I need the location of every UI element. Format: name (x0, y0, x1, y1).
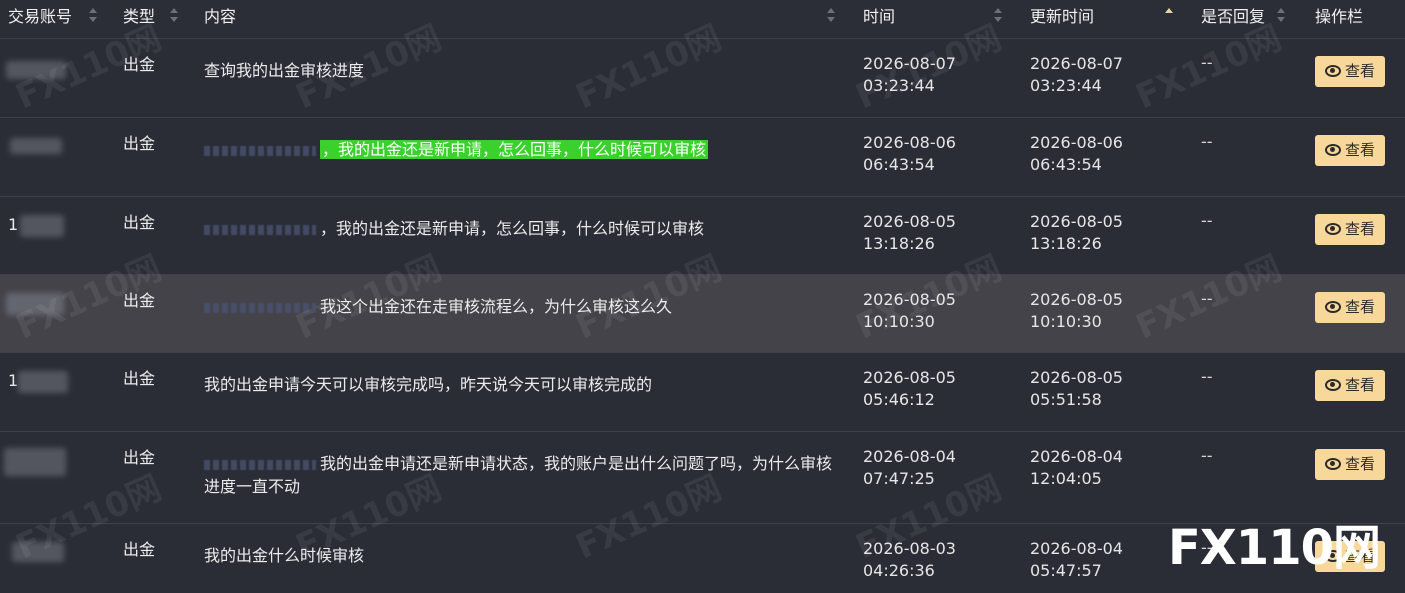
account-cell-redacted (4, 293, 70, 319)
fx110-logo: FX110网 (1168, 520, 1381, 576)
table-row: 出金 ，我的出金还是新申请，怎么回事，什么时候可以审核 2026-08-06 06… (0, 118, 1405, 197)
content-cell: 我的出金什么时候审核 (204, 546, 365, 565)
eye-icon (1324, 222, 1341, 235)
updated-time-cell: 2026-08-05 05:51:58 (1030, 368, 1123, 409)
sort-asc-active-icon[interactable] (1165, 8, 1173, 26)
table-header: 交易账号 类型 内容 时间 更新时间 是否回复 操作栏 (0, 0, 1405, 39)
content-cell: ，我的出金还是新申请，怎么回事，什么时候可以审核 (204, 217, 836, 240)
replied-cell: -- (1201, 132, 1213, 151)
sort-icon[interactable] (170, 8, 178, 26)
table-row: 1 出金 ，我的出金还是新申请，怎么回事，什么时候可以审核 2026-08-05… (0, 197, 1405, 275)
view-button[interactable]: 查看 (1315, 449, 1385, 480)
highlighted-text: ，我的出金还是新申请，怎么回事，什么时候可以审核 (320, 140, 709, 159)
eye-icon (1324, 457, 1341, 470)
table-row: 出金 我的出金申请还是新申请状态，我的账户是出什么问题了吗，为什么审核进度一直不… (0, 432, 1405, 524)
replied-cell: -- (1201, 446, 1213, 465)
updated-time-cell: 2026-08-06 06:43:54 (1030, 133, 1123, 174)
time-cell: 2026-08-05 10:10:30 (863, 290, 956, 331)
replied-cell: -- (1201, 367, 1213, 386)
header-type[interactable]: 类型 (123, 0, 155, 38)
eye-icon (1324, 64, 1341, 77)
sort-icon[interactable] (1277, 8, 1285, 26)
redacted-text (204, 224, 316, 235)
content-cell: 我的出金申请还是新申请状态，我的账户是出什么问题了吗，为什么审核进度一直不动 (204, 454, 833, 496)
updated-time-cell: 2026-08-04 12:04:05 (1030, 447, 1123, 488)
redacted-text (204, 302, 316, 313)
time-cell: 2026-08-06 06:43:54 (863, 133, 956, 174)
account-cell-redacted (4, 542, 70, 568)
account-cell-redacted (4, 57, 70, 83)
account-cell-redacted: 1 (4, 215, 70, 241)
time-cell: 2026-08-05 05:46:12 (863, 368, 956, 409)
time-cell: 2026-08-05 13:18:26 (863, 212, 956, 253)
eye-icon (1324, 378, 1341, 391)
content-cell: 我这个出金还在走审核流程么，为什么审核这么久 (204, 295, 836, 318)
time-cell: 2026-08-07 03:23:44 (863, 54, 956, 95)
account-cell-redacted (4, 448, 70, 476)
updated-time-cell: 2026-08-07 03:23:44 (1030, 54, 1123, 95)
view-button[interactable]: 查看 (1315, 135, 1385, 166)
view-button[interactable]: 查看 (1315, 56, 1385, 87)
header-account[interactable]: 交易账号 (8, 0, 72, 38)
replied-cell: -- (1201, 53, 1213, 72)
content-cell: 查询我的出金审核进度 (204, 61, 365, 80)
replied-cell: -- (1201, 289, 1213, 308)
sort-icon[interactable] (89, 8, 97, 26)
redacted-text (204, 459, 316, 470)
updated-time-cell: 2026-08-04 05:47:57 (1030, 539, 1123, 580)
type-cell: 出金 (123, 291, 156, 310)
replied-cell: -- (1201, 211, 1213, 230)
time-cell: 2026-08-04 07:47:25 (863, 447, 956, 488)
header-time[interactable]: 时间 (863, 0, 895, 38)
header-replied[interactable]: 是否回复 (1201, 0, 1265, 38)
eye-icon (1324, 300, 1341, 313)
type-cell: 出金 (123, 55, 156, 74)
content-cell: 我的出金申请今天可以审核完成吗，昨天说今天可以审核完成的 (204, 375, 653, 394)
table-row: 1 出金 我的出金申请今天可以审核完成吗，昨天说今天可以审核完成的 2026-0… (0, 353, 1405, 432)
sort-icon[interactable] (827, 8, 835, 26)
header-content[interactable]: 内容 (204, 0, 236, 38)
view-button[interactable]: 查看 (1315, 214, 1385, 245)
view-button[interactable]: 查看 (1315, 370, 1385, 401)
time-cell: 2026-08-03 04:26:36 (863, 539, 956, 580)
table-row-hovered: 出金 我这个出金还在走审核流程么，为什么审核这么久 2026-08-05 10:1… (0, 275, 1405, 353)
type-cell: 出金 (123, 369, 156, 388)
view-button[interactable]: 查看 (1315, 292, 1385, 323)
type-cell: 出金 (123, 213, 156, 232)
sort-icon[interactable] (994, 8, 1002, 26)
type-cell: 出金 (123, 448, 156, 467)
redacted-text (204, 145, 316, 156)
table-row: 出金 查询我的出金审核进度 2026-08-07 03:23:44 2026-08… (0, 39, 1405, 118)
updated-time-cell: 2026-08-05 13:18:26 (1030, 212, 1123, 253)
type-cell: 出金 (123, 540, 156, 559)
type-cell: 出金 (123, 134, 156, 153)
account-cell-redacted: 1 (4, 371, 70, 397)
eye-icon (1324, 143, 1341, 156)
account-cell-redacted (4, 134, 70, 160)
content-cell: ，我的出金还是新申请，怎么回事，什么时候可以审核 (204, 138, 836, 161)
header-actions: 操作栏 (1315, 7, 1364, 26)
header-updated-time[interactable]: 更新时间 (1030, 0, 1094, 38)
updated-time-cell: 2026-08-05 10:10:30 (1030, 290, 1123, 331)
